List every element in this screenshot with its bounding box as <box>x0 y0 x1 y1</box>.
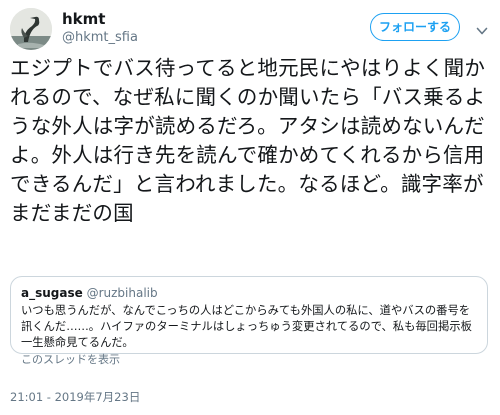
heron-avatar-icon <box>10 8 52 50</box>
quoted-name: a_sugase <box>21 286 83 300</box>
tweet-card: hkmt @hkmt_sfia フォローする エジプトでバス待ってると地元民にや… <box>0 0 500 415</box>
quoted-tweet-header: a_sugase @ruzbihalib <box>21 285 477 301</box>
user-names[interactable]: hkmt @hkmt_sfia <box>62 10 138 46</box>
avatar[interactable] <box>10 8 52 50</box>
tweet-text: エジプトでバス待ってると地元民にやはりよく聞かれるので、なぜ私に聞くのか聞いたら… <box>10 56 486 225</box>
display-name[interactable]: hkmt <box>62 10 138 29</box>
quoted-text: いつも思うんだが、なんでこっちの人はどこからみても外国人の私に、道やバスの番号を… <box>21 304 472 349</box>
screen-name[interactable]: @hkmt_sfia <box>62 29 138 46</box>
show-thread-link[interactable]: このスレッドを表示 <box>21 352 477 368</box>
tweet-header: hkmt @hkmt_sfia フォローする <box>10 6 490 50</box>
quoted-tweet[interactable]: a_sugase @ruzbihalib いつも思うんだが、なんでこっちの人はど… <box>10 276 488 366</box>
chevron-down-icon[interactable] <box>476 21 488 35</box>
timestamp[interactable]: 21:01 - 2019年7月23日 <box>10 389 140 405</box>
quoted-handle: @ruzbihalib <box>86 286 158 300</box>
follow-button[interactable]: フォローする <box>370 13 460 41</box>
